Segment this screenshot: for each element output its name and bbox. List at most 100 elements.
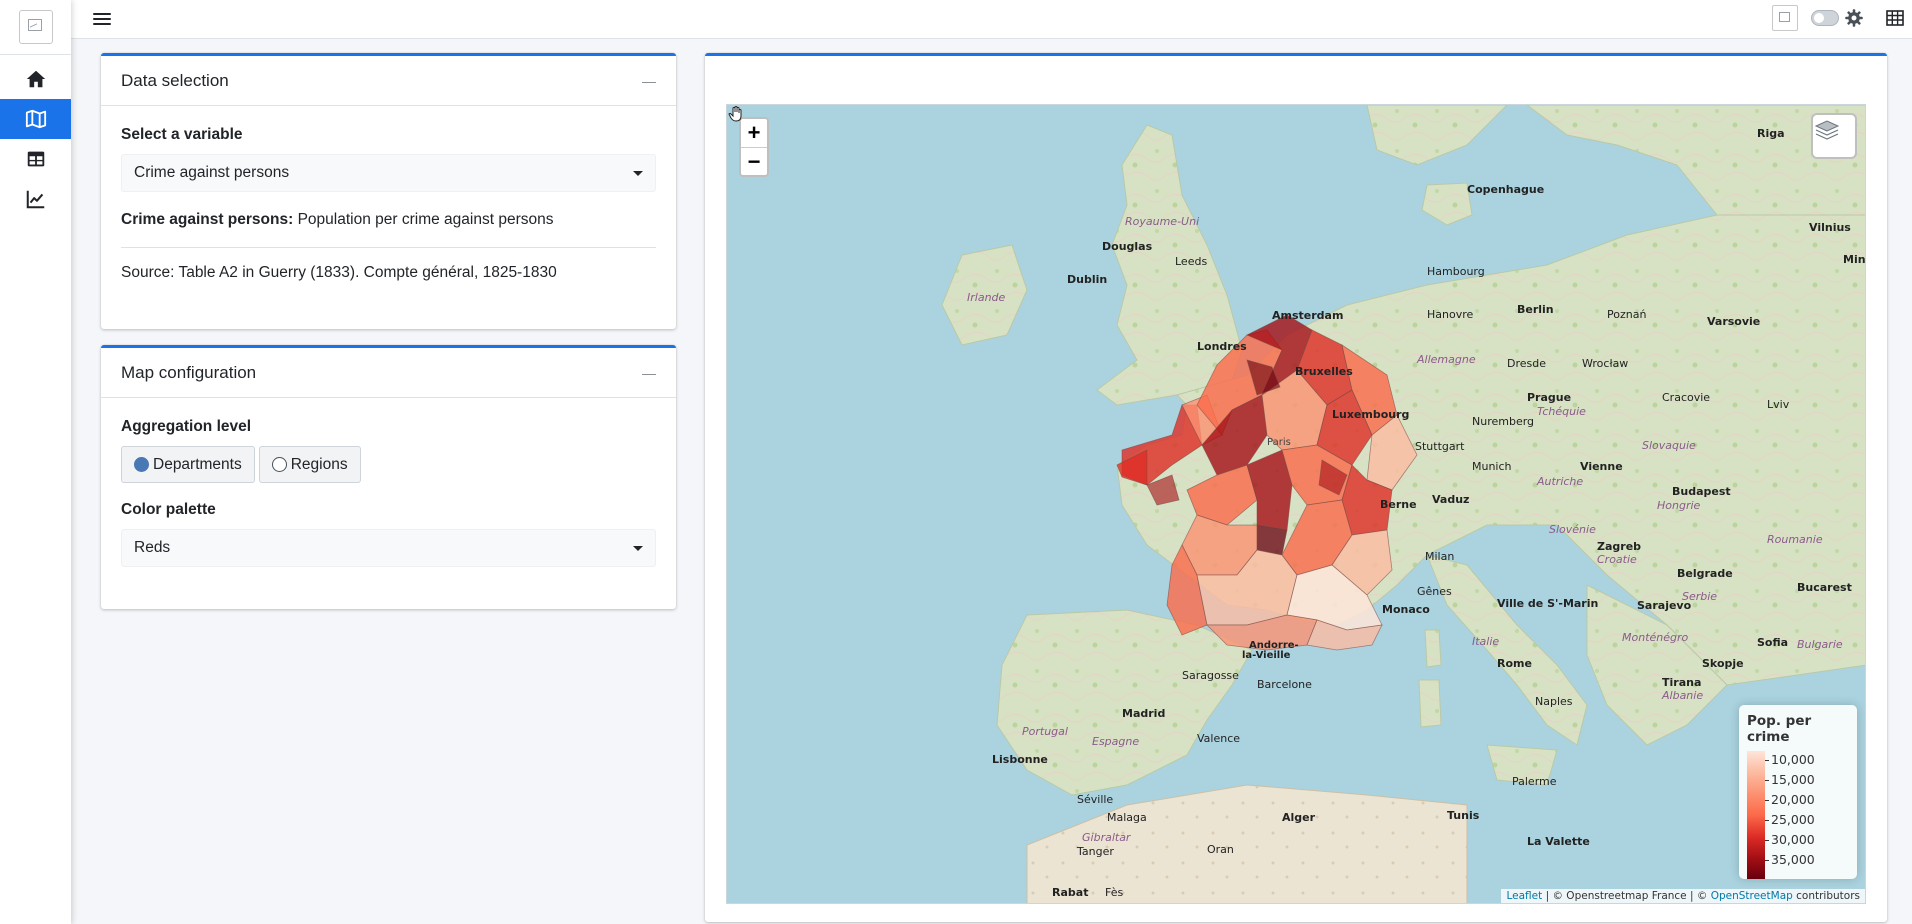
map-label-wroclaw: Wrocław xyxy=(1582,357,1628,370)
map-label-irlande: Irlande xyxy=(967,291,1006,304)
map-label-italie: Italie xyxy=(1472,635,1499,648)
grid-icon[interactable] xyxy=(1886,9,1904,27)
legend-tick: 15,000 xyxy=(1765,773,1815,787)
zoom-control: + − xyxy=(739,117,769,177)
divider xyxy=(121,247,656,248)
map-label-poznan: Poznań xyxy=(1607,308,1646,321)
map-label-stuttgart: Stuttgart xyxy=(1415,440,1465,453)
map-label-ville-saint-marin: Ville de S'-Marin xyxy=(1497,597,1598,610)
sidebar-nav xyxy=(0,59,71,219)
map-label-sofia: Sofia xyxy=(1757,636,1788,649)
map-label-monaco: Monaco xyxy=(1382,603,1430,616)
zoom-in-button[interactable]: + xyxy=(741,119,767,147)
caret-down-icon xyxy=(633,170,643,176)
map-label-naples: Naples xyxy=(1535,695,1573,708)
data-selection-body: Select a variable Crime against persons … xyxy=(101,106,676,302)
map-label-vilnius: Vilnius xyxy=(1809,221,1851,234)
zoom-out-button[interactable]: − xyxy=(741,147,767,175)
chart-line-icon xyxy=(26,190,44,209)
legend-tick: 20,000 xyxy=(1765,793,1815,807)
map-label-fes: Fès xyxy=(1105,886,1123,899)
legend-tick: 10,000 xyxy=(1765,753,1815,767)
menu-icon[interactable] xyxy=(93,10,111,28)
map-label-croatie: Croatie xyxy=(1597,553,1637,566)
top-header xyxy=(71,0,1912,39)
gear-icon[interactable] xyxy=(1844,8,1864,28)
map-label-hambourg: Hambourg xyxy=(1427,265,1485,278)
map-label-vaduz: Vaduz xyxy=(1432,493,1469,506)
map-configuration-card: Map configuration Aggregation level Depa… xyxy=(101,345,676,609)
map-label-dresde: Dresde xyxy=(1507,357,1546,370)
map-label-zagreb: Zagreb xyxy=(1597,540,1641,553)
map-icon xyxy=(25,109,46,129)
map-label-hanovre: Hanovre xyxy=(1427,308,1474,321)
data-selection-header: Data selection xyxy=(101,56,676,106)
map-label-barcelone: Barcelone xyxy=(1257,678,1312,691)
map-label-slovenie: Slovénie xyxy=(1549,523,1596,536)
palette-select[interactable]: Reds xyxy=(121,529,656,567)
map-label-la-valette: La Valette xyxy=(1527,835,1590,848)
map-label-riga: Riga xyxy=(1757,127,1785,140)
variable-description: Crime against persons: Population per cr… xyxy=(121,211,656,229)
map-label-berlin: Berlin xyxy=(1517,303,1554,316)
variable-label: Select a variable xyxy=(121,126,243,143)
map-label-albanie: Albanie xyxy=(1661,689,1703,702)
variable-description-name: Crime against persons: xyxy=(121,211,294,228)
collapse-button[interactable] xyxy=(642,368,656,378)
map-label-paris: Paris xyxy=(1267,437,1291,448)
map-label-luxembourg: Luxembourg xyxy=(1332,408,1409,421)
home-icon xyxy=(26,70,45,88)
map-label-vienne: Vienne xyxy=(1580,460,1623,473)
sidebar-item-chart[interactable] xyxy=(0,179,71,219)
map-label-minsk: Mins xyxy=(1843,253,1866,266)
legend-title: Pop. per crime xyxy=(1747,713,1812,745)
map-label-nuremberg: Nuremberg xyxy=(1472,415,1534,428)
radio-checked-icon xyxy=(134,457,149,472)
openstreetmap-link[interactable]: OpenStreetMap xyxy=(1711,890,1793,902)
image-icon[interactable] xyxy=(1772,5,1798,31)
map-label-tanger: Tanger xyxy=(1076,845,1114,858)
layers-button[interactable] xyxy=(1811,113,1857,159)
data-selection-card: Data selection Select a variable Crime a… xyxy=(101,53,676,329)
radio-departments[interactable]: Departments xyxy=(121,446,255,483)
sidebar-item-home[interactable] xyxy=(0,59,71,99)
map-label-dublin: Dublin xyxy=(1067,273,1107,286)
map-label-skopje: Skopje xyxy=(1702,657,1744,670)
map-label-gibraltar: Gibraltar xyxy=(1082,831,1132,844)
map-label-cracovie: Cracovie xyxy=(1662,391,1710,404)
caret-down-icon xyxy=(633,545,643,551)
theme-toggle[interactable] xyxy=(1811,10,1839,26)
map-label-saragosse: Saragosse xyxy=(1182,669,1239,682)
map-label-valence: Valence xyxy=(1197,732,1240,745)
map-label-hongrie: Hongrie xyxy=(1657,499,1701,512)
legend-tick: 25,000 xyxy=(1765,813,1815,827)
source-text: Source: Table A2 in Guerry (1833). Compt… xyxy=(121,264,557,281)
leaflet-link[interactable]: Leaflet xyxy=(1506,890,1542,902)
map-label-rome: Rome xyxy=(1497,657,1532,670)
palette-label: Color palette xyxy=(121,501,216,518)
collapse-button[interactable] xyxy=(642,76,656,86)
layers-icon xyxy=(1814,120,1840,140)
sidebar-item-map[interactable] xyxy=(0,99,71,139)
map-label-montenegro: Monténégro xyxy=(1622,631,1689,644)
sidebar-item-table[interactable] xyxy=(0,139,71,179)
legend-color-bar xyxy=(1747,751,1765,879)
map-label-leeds: Leeds xyxy=(1175,255,1207,268)
map-label-roumanie: Roumanie xyxy=(1767,533,1823,546)
map-view[interactable]: Copenhague Riga Vilnius Mins Douglas Dub… xyxy=(726,104,1866,904)
map-configuration-title: Map configuration xyxy=(121,362,257,382)
table-icon xyxy=(27,151,44,167)
map-label-tcheque: Tchéquie xyxy=(1537,405,1586,418)
data-selection-title: Data selection xyxy=(121,70,229,90)
map-label-bulgarie: Bulgarie xyxy=(1797,638,1843,651)
map-label-londres: Londres xyxy=(1197,340,1247,353)
radio-regions[interactable]: Regions xyxy=(258,446,361,483)
variable-select[interactable]: Crime against persons xyxy=(121,154,656,192)
map-attribution: Leaflet | © Openstreetmap France | © Ope… xyxy=(1501,889,1865,903)
brand-logo-image[interactable] xyxy=(18,10,53,44)
map-label-seville: Séville xyxy=(1077,793,1113,806)
map-label-douglas: Douglas xyxy=(1102,240,1153,253)
map-label-malaga: Malaga xyxy=(1107,811,1147,824)
map-label-serbie: Serbie xyxy=(1682,590,1717,603)
map-label-milan: Milan xyxy=(1425,550,1454,563)
